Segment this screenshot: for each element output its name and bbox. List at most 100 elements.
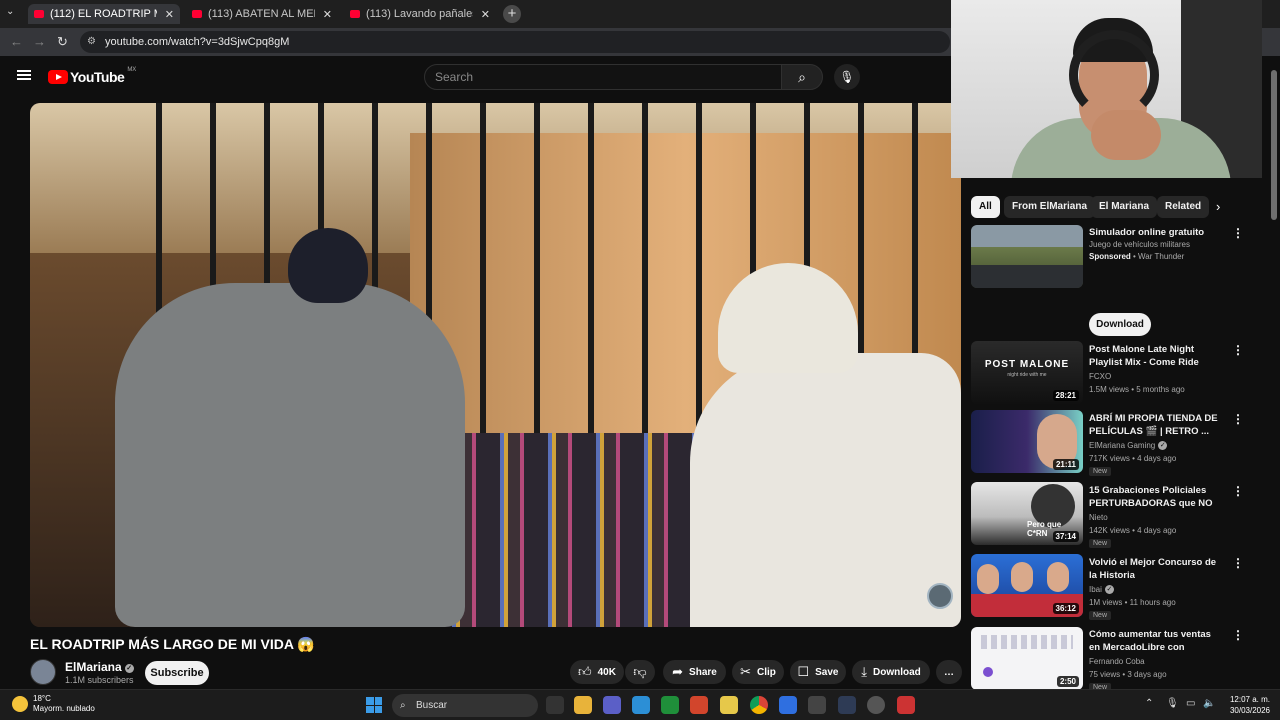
show-hidden-icons-icon[interactable]: ⌃	[1145, 698, 1153, 709]
video-meta: 1M views • 11 hours ago	[1089, 598, 1176, 607]
like-button[interactable]: 👍︎ 40K	[570, 660, 624, 684]
ad-download-button[interactable]: Download	[1089, 313, 1151, 336]
more-vert-icon[interactable]: ⋮	[1232, 628, 1244, 642]
scissors-icon: ✂	[740, 664, 751, 679]
video-title-link[interactable]: Volvió el Mejor Concurso de la Historia	[1089, 556, 1219, 582]
mic-icon: 🎙	[839, 70, 855, 84]
site-info-icon[interactable]: ⚙	[87, 31, 96, 53]
back-icon[interactable]: ←	[10, 34, 23, 49]
photos-icon[interactable]	[632, 696, 650, 714]
network-icon[interactable]: ▭	[1186, 698, 1195, 709]
tab-roadtrip[interactable]: (112) EL ROADTRIP MÁS LARGO DE MI VIDA ✕	[28, 4, 180, 24]
url-field[interactable]: ⚙ youtube.com/watch?v=3dSjwCpq8gM	[80, 31, 950, 53]
more-vert-icon[interactable]: ⋮	[1232, 412, 1244, 426]
page-scrollbar[interactable]	[1271, 70, 1277, 220]
search-input[interactable]: Search	[424, 64, 782, 90]
sponsored-title[interactable]: Simulador online gratuito	[1089, 226, 1219, 239]
share-button[interactable]: ➦ Share	[663, 660, 726, 684]
tab-close-icon[interactable]: ✕	[323, 8, 332, 21]
tab-lavando[interactable]: (113) Lavando pañales Kgados ✕	[344, 4, 496, 24]
volume-icon[interactable]: 🔈	[1203, 698, 1215, 709]
thumbs-down-icon: 👎︎	[633, 664, 647, 679]
reload-icon[interactable]: ↻	[57, 34, 68, 50]
subscribe-button[interactable]: Subscribe	[145, 661, 209, 685]
youtube-logo[interactable]: YouTube MX	[48, 67, 136, 85]
verified-icon: ✓	[124, 664, 134, 673]
bookmark-add-icon: ☐	[797, 664, 810, 679]
xbox-icon[interactable]	[661, 696, 679, 714]
teams-icon[interactable]	[603, 696, 621, 714]
new-badge: New	[1089, 467, 1112, 476]
weather-widget[interactable]: 18°C Mayorm. nublado	[12, 694, 95, 714]
sponsored-thumbnail[interactable]	[971, 225, 1083, 288]
file-explorer-icon[interactable]	[574, 696, 592, 714]
search-icon: ⌕	[798, 69, 806, 85]
app-red-icon[interactable]	[897, 696, 915, 714]
tab-abaten[interactable]: (113) ABATEN AL MENCHO mientras ✕	[186, 4, 338, 24]
video-title-link[interactable]: ABRÍ MI PROPIA TIENDA DE PELÍCULAS 🎬 | R…	[1089, 412, 1219, 438]
dislike-button[interactable]: 👎︎	[625, 660, 655, 684]
app-z-icon[interactable]	[720, 696, 738, 714]
forward-icon[interactable]: →	[33, 34, 46, 49]
search-button[interactable]: ⌕	[781, 64, 823, 90]
chip-all[interactable]: All	[971, 196, 1000, 218]
chip-related[interactable]: Related	[1157, 196, 1210, 218]
video-thumbnail[interactable]: 21:11	[971, 410, 1083, 473]
more-vert-icon[interactable]: ⋮	[1232, 556, 1244, 570]
channel-name[interactable]: Nieto	[1089, 513, 1108, 522]
channel-avatar[interactable]	[30, 659, 56, 685]
task-view-icon[interactable]	[546, 696, 564, 714]
chevron-right-icon[interactable]: ›	[1216, 199, 1220, 214]
video-thumbnail[interactable]: Pero que C*RN 37:14	[971, 482, 1083, 545]
tab-close-icon[interactable]: ✕	[481, 8, 490, 21]
duration-badge: 2:50	[1056, 676, 1079, 687]
channel-name[interactable]: ElMariana Gaming ✓	[1089, 441, 1168, 450]
video-player[interactable]	[30, 103, 961, 627]
channel-watermark[interactable]	[927, 583, 953, 609]
davinci-icon[interactable]	[838, 696, 856, 714]
clip-button[interactable]: ✂ Clip	[732, 660, 784, 684]
mic-tray-icon[interactable]: 🎙	[1166, 698, 1179, 709]
cloud-sun-icon	[12, 696, 28, 712]
video-thumbnail[interactable]: 2:50	[971, 627, 1083, 690]
video-title-link[interactable]: Cómo aumentar tus ventas en MercadoLibre…	[1089, 628, 1219, 655]
voice-search-button[interactable]: 🎙	[834, 64, 860, 90]
taskbar-search[interactable]: ⌕ Buscar	[392, 694, 538, 717]
channel-name[interactable]: FCXO	[1089, 372, 1111, 381]
channel-name[interactable]: Fernando Coba	[1089, 657, 1145, 666]
save-button[interactable]: ☐ Save	[790, 660, 846, 684]
windows-start-icon[interactable]	[366, 697, 382, 713]
tab-close-icon[interactable]: ✕	[165, 8, 174, 21]
system-clock[interactable]: 12:07 a. m. 30/03/2026	[1226, 694, 1270, 716]
video-thumbnail[interactable]: POST MALONE night ride with me 28:21	[971, 341, 1083, 404]
duration-badge: 36:12	[1052, 603, 1079, 614]
more-vert-icon[interactable]: ⋮	[1232, 226, 1244, 240]
channel-name[interactable]: ElMariana ✓	[65, 660, 134, 674]
video-meta: 1.5M views • 5 months ago	[1089, 385, 1185, 394]
menu-icon[interactable]	[17, 70, 31, 80]
new-tab-button[interactable]: +	[503, 5, 521, 23]
more-actions-button[interactable]: …	[936, 660, 962, 684]
video-meta: 142K views • 4 days ago	[1089, 526, 1177, 535]
chip-el-mariana[interactable]: El Mariana	[1091, 196, 1158, 218]
tab-search-icon[interactable]: ⌄	[6, 6, 14, 17]
more-vert-icon[interactable]: ⋮	[1232, 484, 1244, 498]
thumbs-up-icon: 👍︎	[578, 664, 592, 679]
download-button[interactable]: ⤓ Download	[852, 660, 930, 684]
chip-from-elmariana[interactable]: From ElMariana	[1004, 196, 1096, 218]
video-title-link[interactable]: Post Malone Late Night Playlist Mix - Co…	[1089, 343, 1219, 370]
video-title-link[interactable]: 15 Grabaciones Policiales PERTURBADORAS …	[1089, 484, 1219, 511]
steam-icon[interactable]	[867, 696, 885, 714]
video-thumbnail[interactable]: 36:12	[971, 554, 1083, 617]
channel-name[interactable]: Ibai ✓	[1089, 585, 1114, 594]
more-vert-icon[interactable]: ⋮	[1232, 343, 1244, 357]
app-blue-icon[interactable]	[779, 696, 797, 714]
share-icon: ➦	[672, 664, 684, 679]
capcut-icon[interactable]	[808, 696, 826, 714]
app-icon[interactable]	[690, 696, 708, 714]
youtube-favicon-icon	[34, 10, 44, 18]
chrome-icon[interactable]	[750, 696, 768, 714]
verified-icon: ✓	[1104, 585, 1114, 594]
subscriber-count: 1.1M subscribers	[65, 675, 134, 685]
windows-taskbar: 18°C Mayorm. nublado ⌕ Buscar ⌃ 🎙 ▭ 🔈 12…	[0, 689, 1280, 720]
